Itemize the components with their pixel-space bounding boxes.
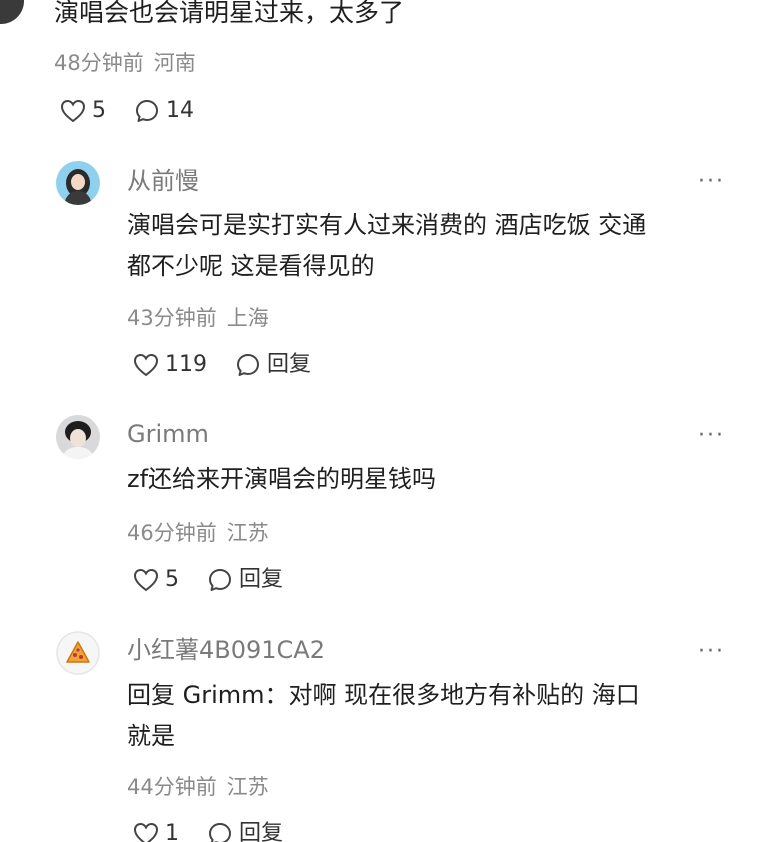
like-button[interactable]: 119 — [133, 351, 207, 379]
reply-time: 43分钟前 — [127, 306, 217, 330]
reply-text-line-2: 都不少呢 这是看得见的 — [127, 252, 375, 280]
heart-icon — [133, 568, 159, 592]
username[interactable]: Grimm — [127, 419, 209, 449]
comment-bubble-icon — [209, 569, 231, 591]
reply-text-line-1: zf还给来开演唱会的明星钱吗 — [127, 465, 437, 493]
top-comment-reply-count: 14 — [166, 98, 194, 123]
top-comment-like-count: 5 — [92, 98, 106, 123]
more-options-icon[interactable]: ··· — [698, 641, 725, 663]
username[interactable]: 小红薯4B091CA2 — [127, 635, 325, 665]
top-comment-avatar[interactable] — [0, 0, 24, 24]
user-avatar[interactable] — [56, 631, 100, 675]
reply-button[interactable]: 回复 — [207, 566, 283, 594]
heart-icon — [60, 99, 86, 123]
reply-text-line-1: 演唱会可是实打实有人过来消费的 酒店吃饭 交通 — [127, 211, 647, 239]
more-options-icon[interactable]: ··· — [698, 171, 725, 193]
reply-label: 回复 — [267, 352, 312, 377]
heart-icon — [133, 822, 159, 842]
top-comment-reply-button[interactable]: 14 — [134, 97, 194, 125]
top-comment-like-button[interactable]: 5 — [60, 97, 106, 125]
reply-button[interactable]: 回复 — [207, 820, 283, 842]
reply-location: 江苏 — [226, 521, 269, 545]
more-options-icon[interactable]: ··· — [698, 425, 725, 447]
comment-bubble-icon — [136, 100, 158, 122]
user-avatar[interactable] — [56, 161, 100, 205]
top-comment-text: 演唱会也会请明星过来，太多了 — [54, 0, 405, 27]
comment-bubble-icon — [209, 823, 231, 842]
reply-time: 44分钟前 — [127, 775, 217, 799]
top-comment: 演唱会也会请明星过来，太多了 48分钟前 河南 5 14 — [0, 0, 778, 140]
reply-location: 上海 — [226, 306, 269, 330]
reply-item: 小红薯4B091CA2 ··· 回复 Grimm：对啊 现在很多地方有补贴的 海… — [0, 620, 778, 842]
top-comment-meta: 48分钟前 河南 — [54, 49, 196, 77]
username[interactable]: 从前慢 — [127, 166, 199, 196]
user-avatar[interactable] — [56, 415, 100, 459]
reply-meta: 43分钟前 上海 — [127, 304, 269, 332]
reply-item: Grimm ··· zf还给来开演唱会的明星钱吗 46分钟前 江苏 5 回复 — [0, 404, 778, 604]
comment-bubble-icon — [237, 354, 259, 376]
like-count: 5 — [165, 567, 179, 592]
reply-text-line-1: 回复 Grimm：对啊 现在很多地方有补贴的 海口 — [127, 681, 640, 709]
top-comment-time: 48分钟前 — [54, 51, 144, 75]
like-count: 1 — [165, 821, 179, 842]
reply-button[interactable]: 回复 — [235, 351, 311, 379]
like-count: 119 — [165, 352, 207, 377]
like-button[interactable]: 1 — [133, 820, 179, 842]
reply-time: 46分钟前 — [127, 521, 217, 545]
reply-meta: 46分钟前 江苏 — [127, 519, 269, 547]
reply-label: 回复 — [239, 821, 284, 842]
reply-text-line-2: 就是 — [127, 722, 175, 750]
top-comment-location: 河南 — [153, 51, 196, 75]
reply-location: 江苏 — [226, 775, 269, 799]
reply-meta: 44分钟前 江苏 — [127, 773, 269, 801]
heart-icon — [133, 353, 159, 377]
like-button[interactable]: 5 — [133, 566, 179, 594]
reply-item: 从前慢 ··· 演唱会可是实打实有人过来消费的 酒店吃饭 交通 都不少呢 这是看… — [0, 150, 778, 390]
reply-label: 回复 — [239, 567, 284, 592]
